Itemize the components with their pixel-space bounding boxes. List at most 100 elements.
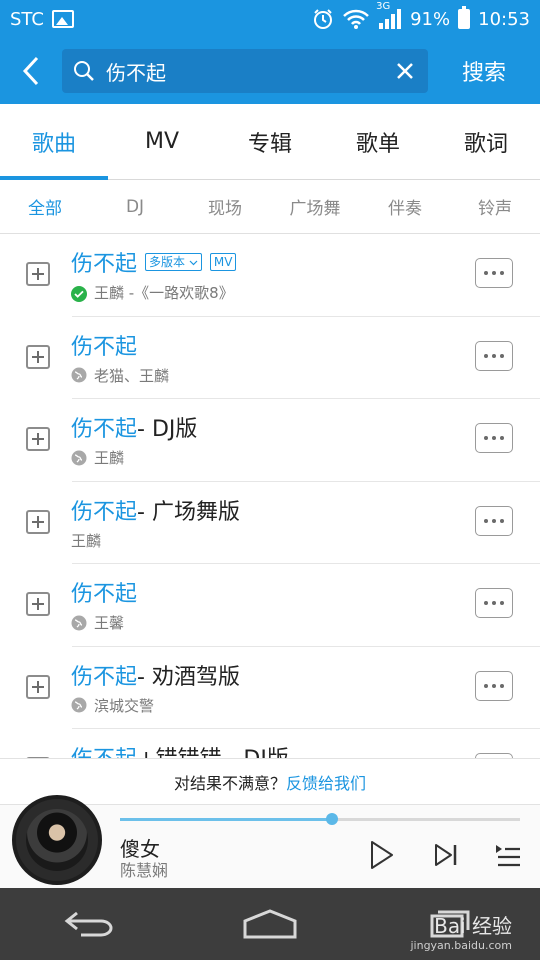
- next-button[interactable]: [430, 839, 462, 871]
- list-item[interactable]: 伤不起 +错错错 - DJ版: [0, 729, 540, 758]
- filter-ringtone[interactable]: 铃声: [450, 180, 540, 233]
- clock: 10:53: [478, 8, 530, 30]
- song-title: 伤不起: [71, 741, 137, 758]
- filter-live[interactable]: 现场: [180, 180, 270, 233]
- tab-albums[interactable]: 专辑: [216, 104, 324, 179]
- song-artist: 王麟: [71, 531, 102, 550]
- feedback-link[interactable]: 反馈给我们: [286, 770, 366, 794]
- list-item[interactable]: 伤不起 老猫、王麟: [0, 317, 540, 400]
- song-artist: 滨城交警: [94, 696, 155, 715]
- list-item[interactable]: 伤不起 - 广场舞版 王麟: [0, 482, 540, 565]
- filter-all[interactable]: 全部: [0, 180, 90, 233]
- song-artist: 王馨: [94, 614, 125, 632]
- tab-songs[interactable]: 歌曲: [0, 104, 108, 180]
- back-arrow-icon: [64, 911, 113, 937]
- add-icon[interactable]: [26, 509, 50, 534]
- status-bar: STC 3G 91% 10:53: [0, 0, 540, 38]
- chevron-down-icon: [189, 260, 198, 266]
- search-toolbar: 搜索: [0, 38, 540, 104]
- search-box[interactable]: [62, 49, 428, 93]
- wifi-icon: [343, 9, 369, 29]
- more-options-button[interactable]: [475, 423, 513, 453]
- list-item[interactable]: 伤不起 - 劝酒驾版 滨城交警: [0, 647, 540, 730]
- song-title: 伤不起: [71, 417, 138, 442]
- watermark-url: jingyan.baidu.com: [410, 939, 512, 952]
- list-item[interactable]: 伤不起 王馨: [0, 564, 540, 647]
- tab-lyrics[interactable]: 歌词: [432, 104, 540, 179]
- watermark-brand: Bai 经验: [434, 914, 512, 938]
- add-icon[interactable]: [26, 262, 50, 286]
- battery-percent: 91%: [410, 8, 451, 30]
- search-icon: [72, 59, 96, 83]
- song-list: 伤不起 多版本 MV 王麟 -《一路欢歌8》 伤不起 老猫、王麟 伤不起 - D…: [0, 234, 540, 758]
- progress-bar[interactable]: [120, 813, 520, 825]
- category-tabs: 歌曲 MV 专辑 歌单 歌词: [0, 104, 540, 180]
- more-options-button[interactable]: [475, 340, 513, 371]
- tab-playlists[interactable]: 歌单: [324, 104, 432, 179]
- more-options-button[interactable]: [475, 670, 513, 701]
- add-icon[interactable]: [26, 674, 50, 699]
- image-icon: [51, 10, 74, 28]
- skip-next-icon: [435, 844, 457, 866]
- song-title: 伤不起: [71, 582, 138, 607]
- filter-square-dance[interactable]: 广场舞: [270, 180, 360, 233]
- search-button[interactable]: 搜索: [428, 55, 540, 87]
- chevron-left-icon: [22, 56, 39, 86]
- add-icon[interactable]: [26, 427, 50, 451]
- song-title: 伤不起: [71, 499, 138, 525]
- mv-badge[interactable]: MV: [209, 253, 237, 271]
- search-input[interactable]: [96, 59, 392, 83]
- filter-tabs: 全部 DJ 现场 广场舞 伴奏 铃声: [0, 180, 540, 234]
- feedback-prompt: 对结果不满意？: [173, 773, 286, 793]
- home-icon: [243, 909, 297, 939]
- battery-icon: [458, 6, 471, 29]
- signal-icon: [379, 9, 402, 29]
- versions-badge[interactable]: 多版本: [145, 253, 202, 271]
- add-icon[interactable]: [26, 344, 50, 369]
- song-version: - DJ版: [137, 417, 198, 442]
- play-icon: [371, 841, 393, 869]
- filter-dj[interactable]: DJ: [90, 180, 180, 233]
- back-nav-button[interactable]: [50, 899, 130, 949]
- check-circle-icon: [71, 285, 87, 302]
- progress-handle[interactable]: [326, 813, 338, 825]
- add-icon[interactable]: [26, 592, 50, 616]
- more-options-button[interactable]: [475, 505, 513, 536]
- alarm-icon: [314, 9, 333, 29]
- song-artist: 王麟: [94, 449, 125, 467]
- back-button[interactable]: [0, 38, 62, 104]
- song-version: - 广场舞版: [137, 499, 240, 525]
- network-type: 3G: [376, 1, 391, 12]
- clear-search-button[interactable]: [392, 58, 418, 84]
- album-cover[interactable]: [12, 795, 102, 885]
- globe-icon: [71, 697, 87, 713]
- close-icon: [397, 63, 413, 79]
- playlist-button[interactable]: [492, 839, 524, 871]
- globe-icon: [71, 367, 87, 383]
- watermark: Bai 经验 jingyan.baidu.com: [410, 910, 512, 952]
- tab-mv[interactable]: MV: [108, 104, 216, 179]
- play-button[interactable]: [366, 839, 398, 871]
- song-title: 伤不起: [71, 334, 138, 360]
- song-artist: 老猫、王麟: [94, 366, 170, 385]
- home-nav-button[interactable]: [230, 899, 310, 949]
- list-item[interactable]: 伤不起 - DJ版 王麟: [0, 399, 540, 482]
- more-options-button[interactable]: [475, 588, 513, 618]
- song-artist: 王麟 -《一路欢歌8》: [94, 284, 234, 302]
- filter-accompaniment[interactable]: 伴奏: [360, 180, 450, 233]
- feedback-bar: 对结果不满意？ 反馈给我们: [0, 758, 540, 804]
- list-item[interactable]: 伤不起 多版本 MV 王麟 -《一路欢歌8》: [0, 234, 540, 317]
- carrier-label: STC: [10, 8, 44, 30]
- progress-fill: [120, 818, 332, 821]
- mini-player: 傻女 陈慧娴: [0, 795, 540, 888]
- now-playing-artist: 陈慧娴: [120, 861, 169, 880]
- song-title: 伤不起: [71, 252, 138, 277]
- globe-icon: [71, 450, 87, 466]
- globe-icon: [71, 615, 87, 631]
- song-title: 伤不起: [71, 664, 138, 690]
- more-options-button[interactable]: [475, 258, 513, 288]
- song-version: - 劝酒驾版: [137, 664, 240, 690]
- playlist-icon: [496, 845, 520, 867]
- system-nav-bar: Bai 经验 jingyan.baidu.com: [0, 888, 540, 960]
- song-version: +错错错 - DJ版: [137, 741, 289, 758]
